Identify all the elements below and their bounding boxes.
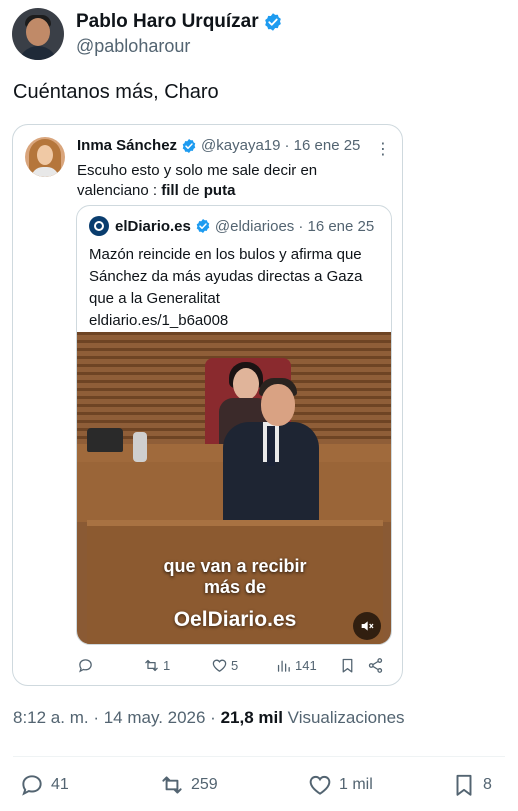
heart-icon — [212, 659, 227, 672]
reply-button[interactable]: 41 — [19, 772, 69, 798]
bookmark-button[interactable]: 8 — [451, 772, 492, 798]
more-options-icon[interactable]: ⋮ — [375, 139, 391, 159]
video-thermos — [133, 432, 147, 462]
quoted-author-handle[interactable]: @kayaya19 — [201, 137, 280, 154]
video-phone — [87, 428, 123, 452]
nested-author-name[interactable]: elDiario.es — [115, 218, 191, 235]
nested-date[interactable]: · 16 ene 25 — [298, 218, 374, 235]
quoted-bookmark-button[interactable] — [339, 657, 356, 674]
quoted-tweet-text: Escuho esto y solo me sale decir en vale… — [77, 161, 377, 201]
nested-tweet-text: Mazón reincide en los bulos y afirma que… — [89, 244, 381, 332]
tweet-actions: 41 259 1 mil 8 — [13, 772, 505, 804]
quoted-views-button[interactable]: 141 — [275, 657, 317, 674]
reply-icon — [79, 658, 92, 672]
verified-badge-icon — [264, 13, 281, 31]
retweet-icon — [145, 659, 158, 671]
video-figure — [233, 368, 259, 400]
video-speaker — [267, 426, 275, 466]
author-handle[interactable]: @pabloharour — [76, 34, 283, 58]
quoted-text-bold: puta — [203, 182, 236, 199]
reply-icon — [22, 775, 42, 796]
quoted-retweet-count: 1 — [163, 657, 171, 673]
reply-count: 41 — [51, 776, 69, 793]
nested-text-body: Mazón reincide en los bulos y afirma que… — [89, 246, 363, 307]
author-avatar[interactable] — [12, 8, 64, 60]
video-caption-line: más de — [203, 577, 267, 597]
timestamp-time[interactable]: 8:12 a. m. · 14 may. 2026 · — [13, 708, 221, 727]
quoted-tweet-actions: 1 5 141 — [77, 653, 393, 677]
views-chart-icon — [277, 660, 290, 672]
nested-link[interactable]: eldiario.es/1_b6a008 — [89, 310, 381, 332]
quoted-author-name[interactable]: Inma Sánchez — [77, 137, 177, 154]
video-speaker — [261, 384, 295, 426]
speaker-muted-icon — [361, 621, 374, 631]
bookmark-icon — [456, 774, 472, 796]
nested-tweet-header: elDiario.es @eldiarioes · 16 ene 25 — [89, 216, 374, 236]
share-icon — [368, 657, 383, 673]
author-display-name[interactable]: Pablo Haro Urquízar — [76, 10, 259, 34]
quoted-share-button[interactable] — [367, 657, 384, 674]
quoted-text-part: de — [178, 182, 204, 199]
quoted-like-count: 5 — [231, 657, 239, 673]
retweet-button[interactable]: 259 — [159, 772, 218, 798]
like-count: 1 mil — [339, 776, 373, 793]
quoted-reply-button[interactable] — [77, 657, 97, 674]
quoted-date[interactable]: · 16 ene 25 — [285, 137, 361, 154]
tweet-timestamp: 8:12 a. m. · 14 may. 2026 · 21,8 mil Vis… — [13, 708, 405, 728]
quoted-tweet[interactable]: Inma Sánchez @kayaya19 · 16 ene 25 ⋮ Esc… — [12, 124, 403, 686]
nested-quoted-tweet[interactable]: elDiario.es @eldiarioes · 16 ene 25 Mazó… — [76, 205, 392, 645]
video-brand-watermark: OelDiario.es — [173, 608, 297, 631]
quoted-views-count: 141 — [295, 657, 317, 673]
video-caption: que van a recibir más de — [77, 556, 391, 598]
retweet-count: 259 — [191, 776, 218, 793]
nested-author-handle[interactable]: @eldiarioes — [215, 218, 294, 235]
video-caption-line: que van a recibir — [163, 556, 307, 576]
bookmark-icon — [342, 658, 353, 673]
quoted-author-avatar[interactable] — [25, 137, 65, 177]
retweet-icon — [162, 776, 182, 794]
eldiario-logo-icon[interactable] — [89, 216, 109, 236]
verified-badge-icon — [182, 138, 196, 153]
views-label: Visualizaciones — [282, 708, 405, 727]
quoted-text-bold: fill — [161, 182, 179, 199]
like-button[interactable]: 1 mil — [307, 772, 373, 798]
tweet-text: Cuéntanos más, Charo — [13, 81, 219, 103]
tweet-header: Pablo Haro Urquízar @pabloharour — [12, 8, 283, 60]
video-player[interactable]: que van a recibir más de OelDiario.es — [77, 332, 391, 644]
bookmark-count: 8 — [483, 776, 492, 793]
divider — [13, 756, 505, 757]
quoted-like-button[interactable]: 5 — [211, 657, 238, 674]
mute-button[interactable] — [353, 612, 381, 640]
views-count: 21,8 mil — [220, 708, 283, 727]
heart-icon — [309, 775, 331, 795]
quoted-retweet-button[interactable]: 1 — [143, 657, 170, 674]
verified-badge-icon — [196, 219, 210, 233]
author-names: Pablo Haro Urquízar @pabloharour — [76, 10, 283, 58]
